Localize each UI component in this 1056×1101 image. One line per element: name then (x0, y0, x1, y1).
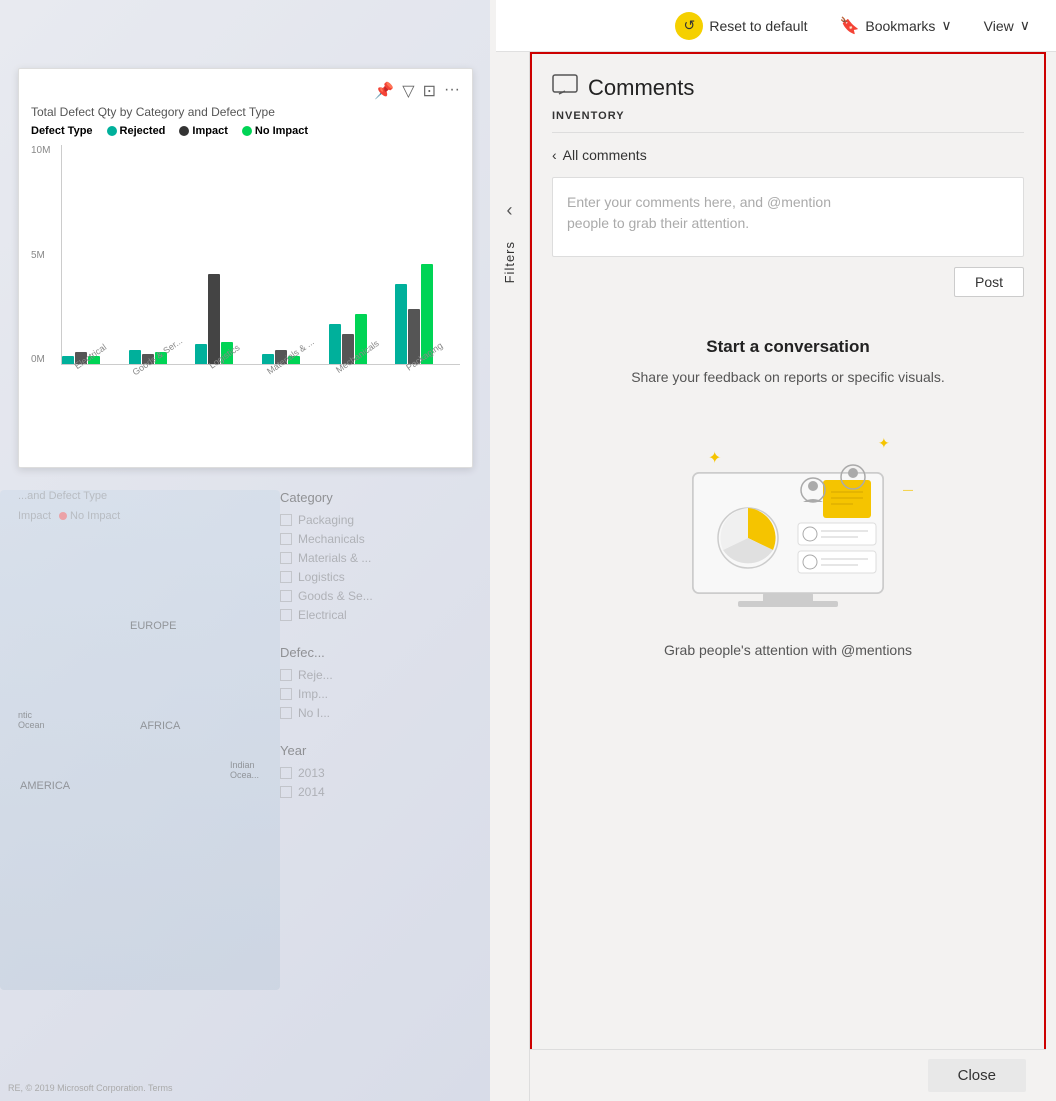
close-button[interactable]: Close (928, 1059, 1026, 1092)
grab-attention-text: Grab people's attention with @mentions (664, 642, 912, 658)
filter-2014[interactable]: 2014 (280, 785, 480, 799)
filter-electrical[interactable]: Electrical (280, 608, 480, 622)
y-label-10m: 10M (31, 145, 50, 156)
bars-container (61, 145, 460, 365)
post-button[interactable]: Post (954, 267, 1024, 297)
legend-label: Defect Type (31, 125, 93, 137)
legend-no-impact: No Impact (242, 125, 308, 137)
chevron-down-icon: ∨ (1020, 17, 1030, 34)
bookmark-icon: 🔖 (839, 16, 859, 36)
chart-card: 📌 ▽ ⊡ ··· Total Defect Qty by Category a… (18, 68, 473, 468)
comments-title: Comments (588, 75, 694, 101)
copyright-text: RE, © 2019 Microsoft Corporation. Terms (8, 1083, 173, 1093)
filter-mechanicals[interactable]: Mechanicals (280, 532, 480, 546)
filter-packaging[interactable]: Packaging (280, 513, 480, 527)
comment-input-area[interactable]: Enter your comments here, and @mentionpe… (552, 177, 1024, 257)
y-label-0m: 0M (31, 354, 50, 365)
filter-panel: Category Packaging Mechanicals Materials… (280, 490, 480, 804)
filters-label: Filters (502, 241, 517, 283)
reset-icon: ↺ (675, 12, 703, 40)
expand-icon[interactable]: ⊡ (423, 81, 436, 101)
bookmarks-button[interactable]: 🔖 Bookmarks ∨ (833, 12, 957, 40)
year-filter-title: Year (280, 743, 480, 758)
pin-icon[interactable]: 📌 (374, 81, 394, 101)
faded-legend: Impact No Impact (18, 510, 120, 522)
svg-text:—: — (903, 485, 913, 496)
legend-impact: Impact (179, 125, 227, 137)
all-comments-label: All comments (563, 147, 647, 163)
filter-icon[interactable]: ▽ (402, 81, 414, 101)
legend-rejected: Rejected (107, 125, 166, 137)
comments-header: Comments (552, 74, 1024, 102)
close-button-row: Close (530, 1049, 1046, 1101)
bar-mechanicals-rejected (329, 324, 341, 364)
filter-goods[interactable]: Goods & Se... (280, 589, 480, 603)
comments-panel: Comments INVENTORY ‹ All comments Enter … (530, 52, 1046, 1052)
map-background (0, 490, 280, 990)
reset-to-default-button[interactable]: ↺ Reset to default (669, 8, 813, 44)
svg-text:✦: ✦ (878, 435, 890, 451)
filter-2013[interactable]: 2013 (280, 766, 480, 780)
category-filter-title: Category (280, 490, 480, 505)
atlantic-ocean-label: nticOcean (18, 710, 45, 730)
chart-area: 10M 5M 0M (31, 145, 460, 415)
collapse-filters-button[interactable]: ‹ (507, 200, 513, 221)
toolbar: ↺ Reset to default 🔖 Bookmarks ∨ View ∨ (496, 0, 1056, 52)
post-button-row: Post (552, 267, 1024, 297)
filter-no-impact[interactable]: No I... (280, 706, 480, 720)
filter-rejected[interactable]: Reje... (280, 668, 480, 682)
bar-logistics-impact (208, 274, 220, 364)
conversation-illustration: ✦ ✦ — — (638, 418, 938, 618)
view-button[interactable]: View ∨ (978, 13, 1036, 38)
faded-chart-label: ...and Defect Type (18, 490, 107, 502)
chart-title: Total Defect Qty by Category and Defect … (31, 105, 460, 119)
bar-packaging-rejected (395, 284, 407, 364)
chevron-down-icon: ∨ (941, 17, 951, 34)
back-to-all-comments[interactable]: ‹ All comments (552, 147, 1024, 163)
africa-label: AFRICA (140, 720, 180, 732)
chart-toolbar: 📌 ▽ ⊡ ··· (31, 81, 460, 101)
america-label: AMERICA (20, 780, 70, 792)
comments-section-label: INVENTORY (552, 110, 1024, 133)
chart-legend: Defect Type Rejected Impact No Impact (31, 125, 460, 137)
bar-logistics-rejected (195, 344, 207, 364)
svg-text:✦: ✦ (708, 450, 721, 467)
x-axis-labels: Electrical Goods & Ser... Logistics Mate… (61, 367, 460, 381)
y-axis-labels: 10M 5M 0M (31, 145, 50, 365)
indian-ocean-label: IndianOcea... (230, 760, 259, 780)
filter-logistics[interactable]: Logistics (280, 570, 480, 584)
conversation-section: Start a conversation Share your feedback… (552, 317, 1024, 1030)
conversation-title: Start a conversation (706, 337, 869, 357)
filter-impact[interactable]: Imp... (280, 687, 480, 701)
filter-materials[interactable]: Materials & ... (280, 551, 480, 565)
more-options-icon[interactable]: ··· (444, 81, 460, 101)
y-label-5m: 5M (31, 250, 50, 261)
conversation-description: Share your feedback on reports or specif… (631, 367, 945, 388)
back-chevron-icon: ‹ (552, 147, 557, 163)
filters-sidebar: ‹ Filters (490, 0, 530, 1101)
comment-placeholder: Enter your comments here, and @mentionpe… (567, 192, 1009, 234)
defect-filter-title: Defec... (280, 645, 480, 660)
europe-label: EUROPE (130, 620, 176, 632)
comments-icon (552, 74, 578, 102)
